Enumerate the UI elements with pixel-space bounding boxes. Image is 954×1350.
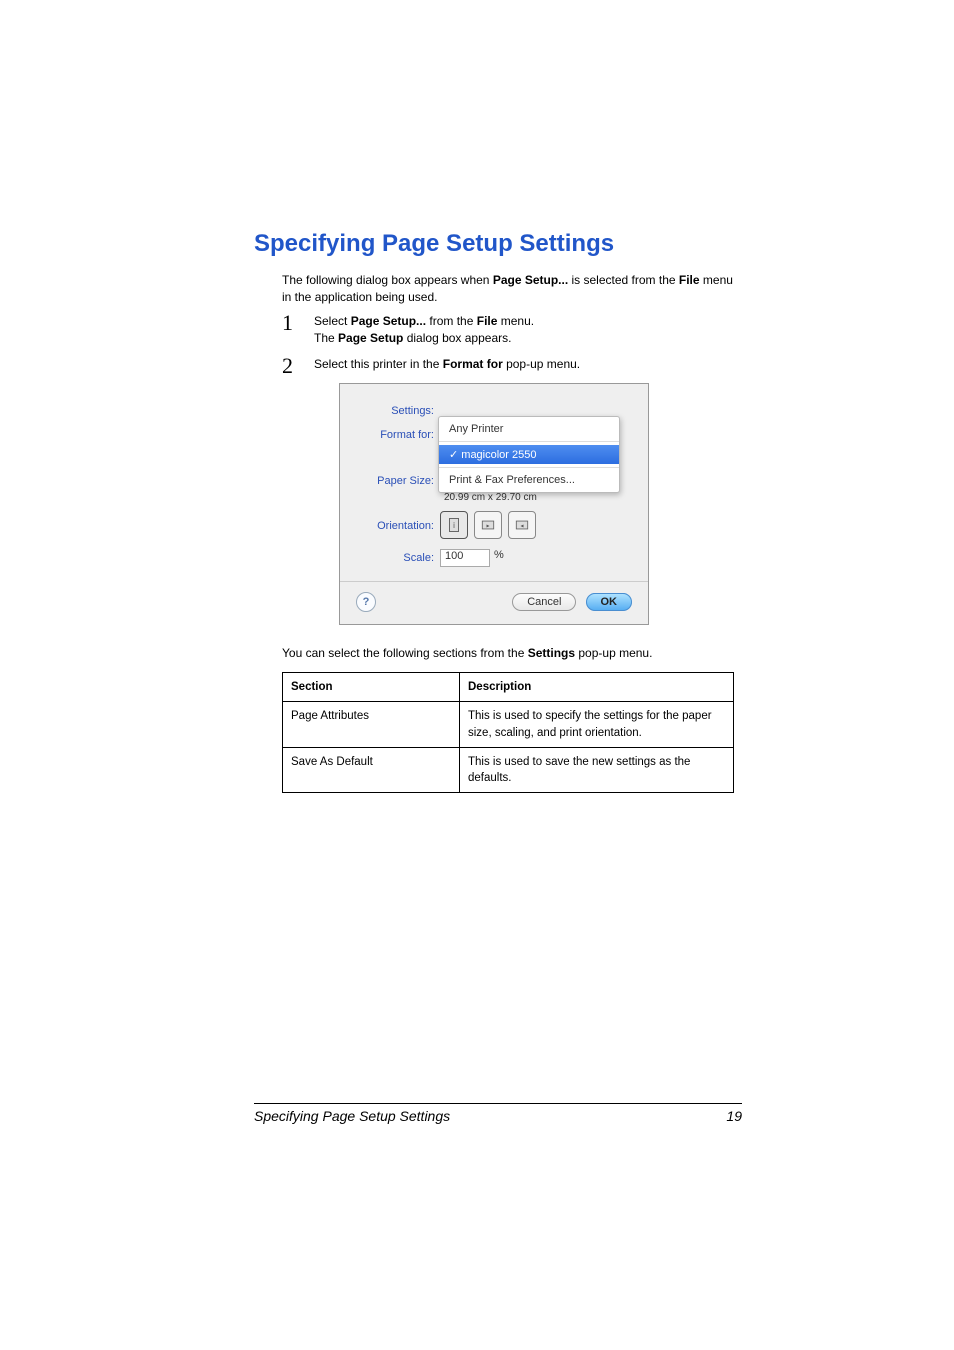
step-text: from the [426, 314, 477, 328]
table-row: Save As Default This is used to save the… [283, 747, 734, 792]
intro-text: The following dialog box appears when [282, 273, 493, 287]
step-2: 2 Select this printer in the Format for … [282, 356, 734, 373]
page-title: Specifying Page Setup Settings [254, 230, 734, 258]
orientation-label: Orientation: [356, 517, 440, 532]
scale-input[interactable]: 100 [440, 549, 490, 567]
footer-page-number: 19 [726, 1108, 742, 1124]
cell-section: Save As Default [283, 747, 460, 792]
ok-button[interactable]: OK [586, 593, 633, 611]
page-setup-dialog-wrap: Settings: Page Attributes Any Printer ma… [254, 383, 734, 625]
step-sub-bold: Page Setup [338, 331, 403, 345]
after-text-after: pop-up menu. [575, 646, 652, 660]
step-bold: Format for [443, 357, 503, 371]
help-button[interactable]: ? [356, 592, 376, 612]
footer-title: Specifying Page Setup Settings [254, 1108, 450, 1124]
svg-text:◂: ◂ [520, 523, 523, 530]
format-option-preferences[interactable]: Print & Fax Preferences... [439, 471, 619, 489]
orientation-landscape-right-button[interactable]: ◂ [508, 511, 536, 539]
cell-section: Page Attributes [283, 702, 460, 747]
cancel-button[interactable]: Cancel [512, 593, 576, 611]
intro-bold-1: Page Setup... [493, 273, 568, 287]
svg-text:▸: ▸ [486, 523, 489, 530]
after-dialog-paragraph: You can select the following sections fr… [282, 645, 734, 662]
page-setup-dialog: Settings: Page Attributes Any Printer ma… [339, 383, 649, 625]
page-footer: Specifying Page Setup Settings 19 [254, 1103, 742, 1124]
cell-description: This is used to save the new settings as… [460, 747, 734, 792]
portrait-icon: i [447, 517, 461, 533]
format-for-label: Format for: [356, 426, 440, 441]
landscape-right-icon: ◂ [515, 517, 529, 533]
step-bold: File [477, 314, 498, 328]
after-bold: Settings [528, 646, 575, 660]
table-header-row: Section Description [283, 673, 734, 702]
step-number: 2 [282, 350, 293, 382]
intro-text-mid: is selected from the [568, 273, 679, 287]
orientation-landscape-left-button[interactable]: ▸ [474, 511, 502, 539]
menu-separator [439, 467, 619, 468]
format-option-any-printer[interactable]: Any Printer [439, 420, 619, 438]
cell-description: This is used to specify the settings for… [460, 702, 734, 747]
dialog-separator [340, 581, 648, 582]
sections-table: Section Description Page Attributes This… [282, 672, 734, 792]
menu-separator [439, 441, 619, 442]
format-for-menu-open: Any Printer magicolor 2550 Print & Fax P… [438, 416, 620, 493]
paper-size-label: Paper Size: [356, 472, 440, 487]
format-option-magicolor-2550[interactable]: magicolor 2550 [439, 445, 619, 464]
intro-paragraph: The following dialog box appears when Pa… [282, 272, 734, 307]
step-text: menu. [497, 314, 534, 328]
step-text: Select this printer in the [314, 357, 443, 371]
col-description-header: Description [460, 673, 734, 702]
col-section-header: Section [283, 673, 460, 702]
paper-dimensions: 20.99 cm x 29.70 cm [444, 492, 632, 503]
svg-text:i: i [453, 521, 455, 530]
table-row: Page Attributes This is used to specify … [283, 702, 734, 747]
step-sub: dialog box appears. [403, 331, 511, 345]
landscape-left-icon: ▸ [481, 517, 495, 533]
intro-bold-2: File [679, 273, 700, 287]
scale-percent-label: % [494, 549, 504, 561]
orientation-portrait-button[interactable]: i [440, 511, 468, 539]
step-number: 1 [282, 307, 293, 339]
step-sub: The [314, 331, 338, 345]
step-bold: Page Setup... [351, 314, 426, 328]
after-text: You can select the following sections fr… [282, 646, 528, 660]
steps-list: 1 Select Page Setup... from the File men… [282, 313, 734, 373]
scale-label: Scale: [356, 549, 440, 564]
step-text: pop-up menu. [503, 357, 580, 371]
step-text: Select [314, 314, 351, 328]
settings-label: Settings: [356, 402, 440, 417]
step-1: 1 Select Page Setup... from the File men… [282, 313, 734, 348]
